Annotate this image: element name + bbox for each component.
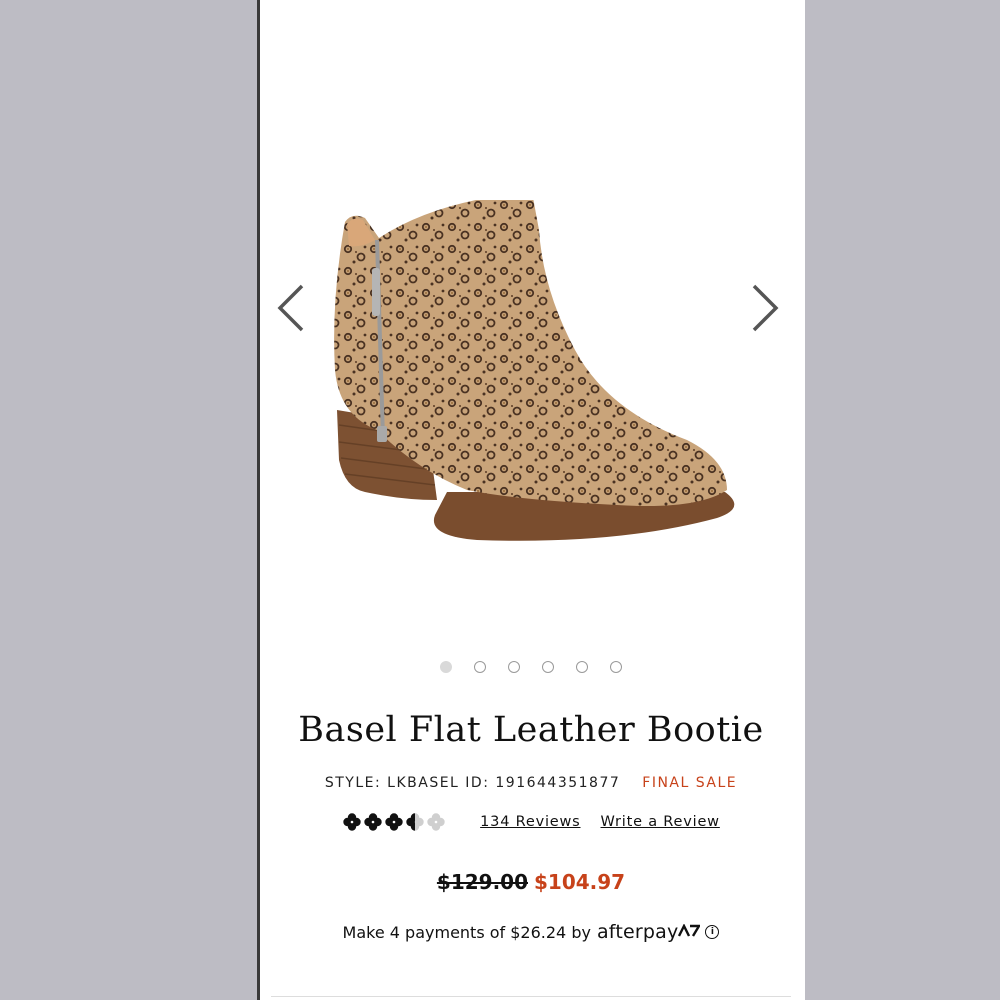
final-sale-badge: FINAL SALE bbox=[642, 775, 738, 791]
original-price: $129.00 bbox=[436, 870, 528, 894]
divider bbox=[271, 996, 791, 997]
pagination-dot[interactable] bbox=[474, 661, 486, 673]
write-review-link[interactable]: Write a Review bbox=[601, 814, 720, 830]
product-image[interactable] bbox=[317, 200, 757, 560]
clover-icon bbox=[385, 813, 403, 831]
pagination-dot[interactable] bbox=[440, 661, 452, 673]
installment-text: Make 4 payments of $26.24 by bbox=[342, 922, 591, 942]
pagination-dot[interactable] bbox=[610, 661, 622, 673]
chevron-right-icon bbox=[752, 284, 779, 332]
info-icon[interactable]: i bbox=[705, 925, 720, 939]
reviews-link[interactable]: 134 Reviews bbox=[480, 814, 580, 830]
empty-clover-icon bbox=[427, 813, 445, 831]
pagination-dot[interactable] bbox=[576, 661, 588, 673]
half-clover-icon bbox=[406, 813, 424, 831]
afterpay-arrows-icon bbox=[678, 923, 702, 937]
installment-row: Make 4 payments of $26.24 by afterpay i bbox=[257, 921, 805, 943]
image-carousel[interactable] bbox=[257, 0, 805, 640]
chevron-left-icon bbox=[277, 284, 304, 332]
price-row: $129.00 $104.97 bbox=[257, 870, 805, 894]
carousel-pagination bbox=[257, 661, 805, 673]
style-id: STYLE: LKBASEL ID: 191644351877 bbox=[324, 775, 621, 791]
rating-clovers bbox=[342, 812, 446, 832]
clover-icon bbox=[364, 813, 382, 831]
afterpay-brand: afterpay bbox=[596, 921, 679, 943]
carousel-next-button[interactable] bbox=[745, 278, 785, 338]
product-title: Basel Flat Leather Bootie bbox=[298, 710, 764, 750]
sale-price: $104.97 bbox=[534, 870, 626, 894]
pagination-dot[interactable] bbox=[542, 661, 554, 673]
product-page: Basel Flat Leather Bootie STYLE: LKBASEL… bbox=[257, 0, 805, 1000]
pagination-dot[interactable] bbox=[508, 661, 520, 673]
afterpay-logo: afterpay bbox=[596, 921, 702, 943]
carousel-prev-button[interactable] bbox=[271, 278, 311, 338]
reviews-row: 134 Reviews Write a Review bbox=[257, 812, 805, 832]
clover-icon bbox=[343, 813, 361, 831]
style-info: STYLE: LKBASEL ID: 191644351877 FINAL SAL… bbox=[257, 775, 805, 791]
